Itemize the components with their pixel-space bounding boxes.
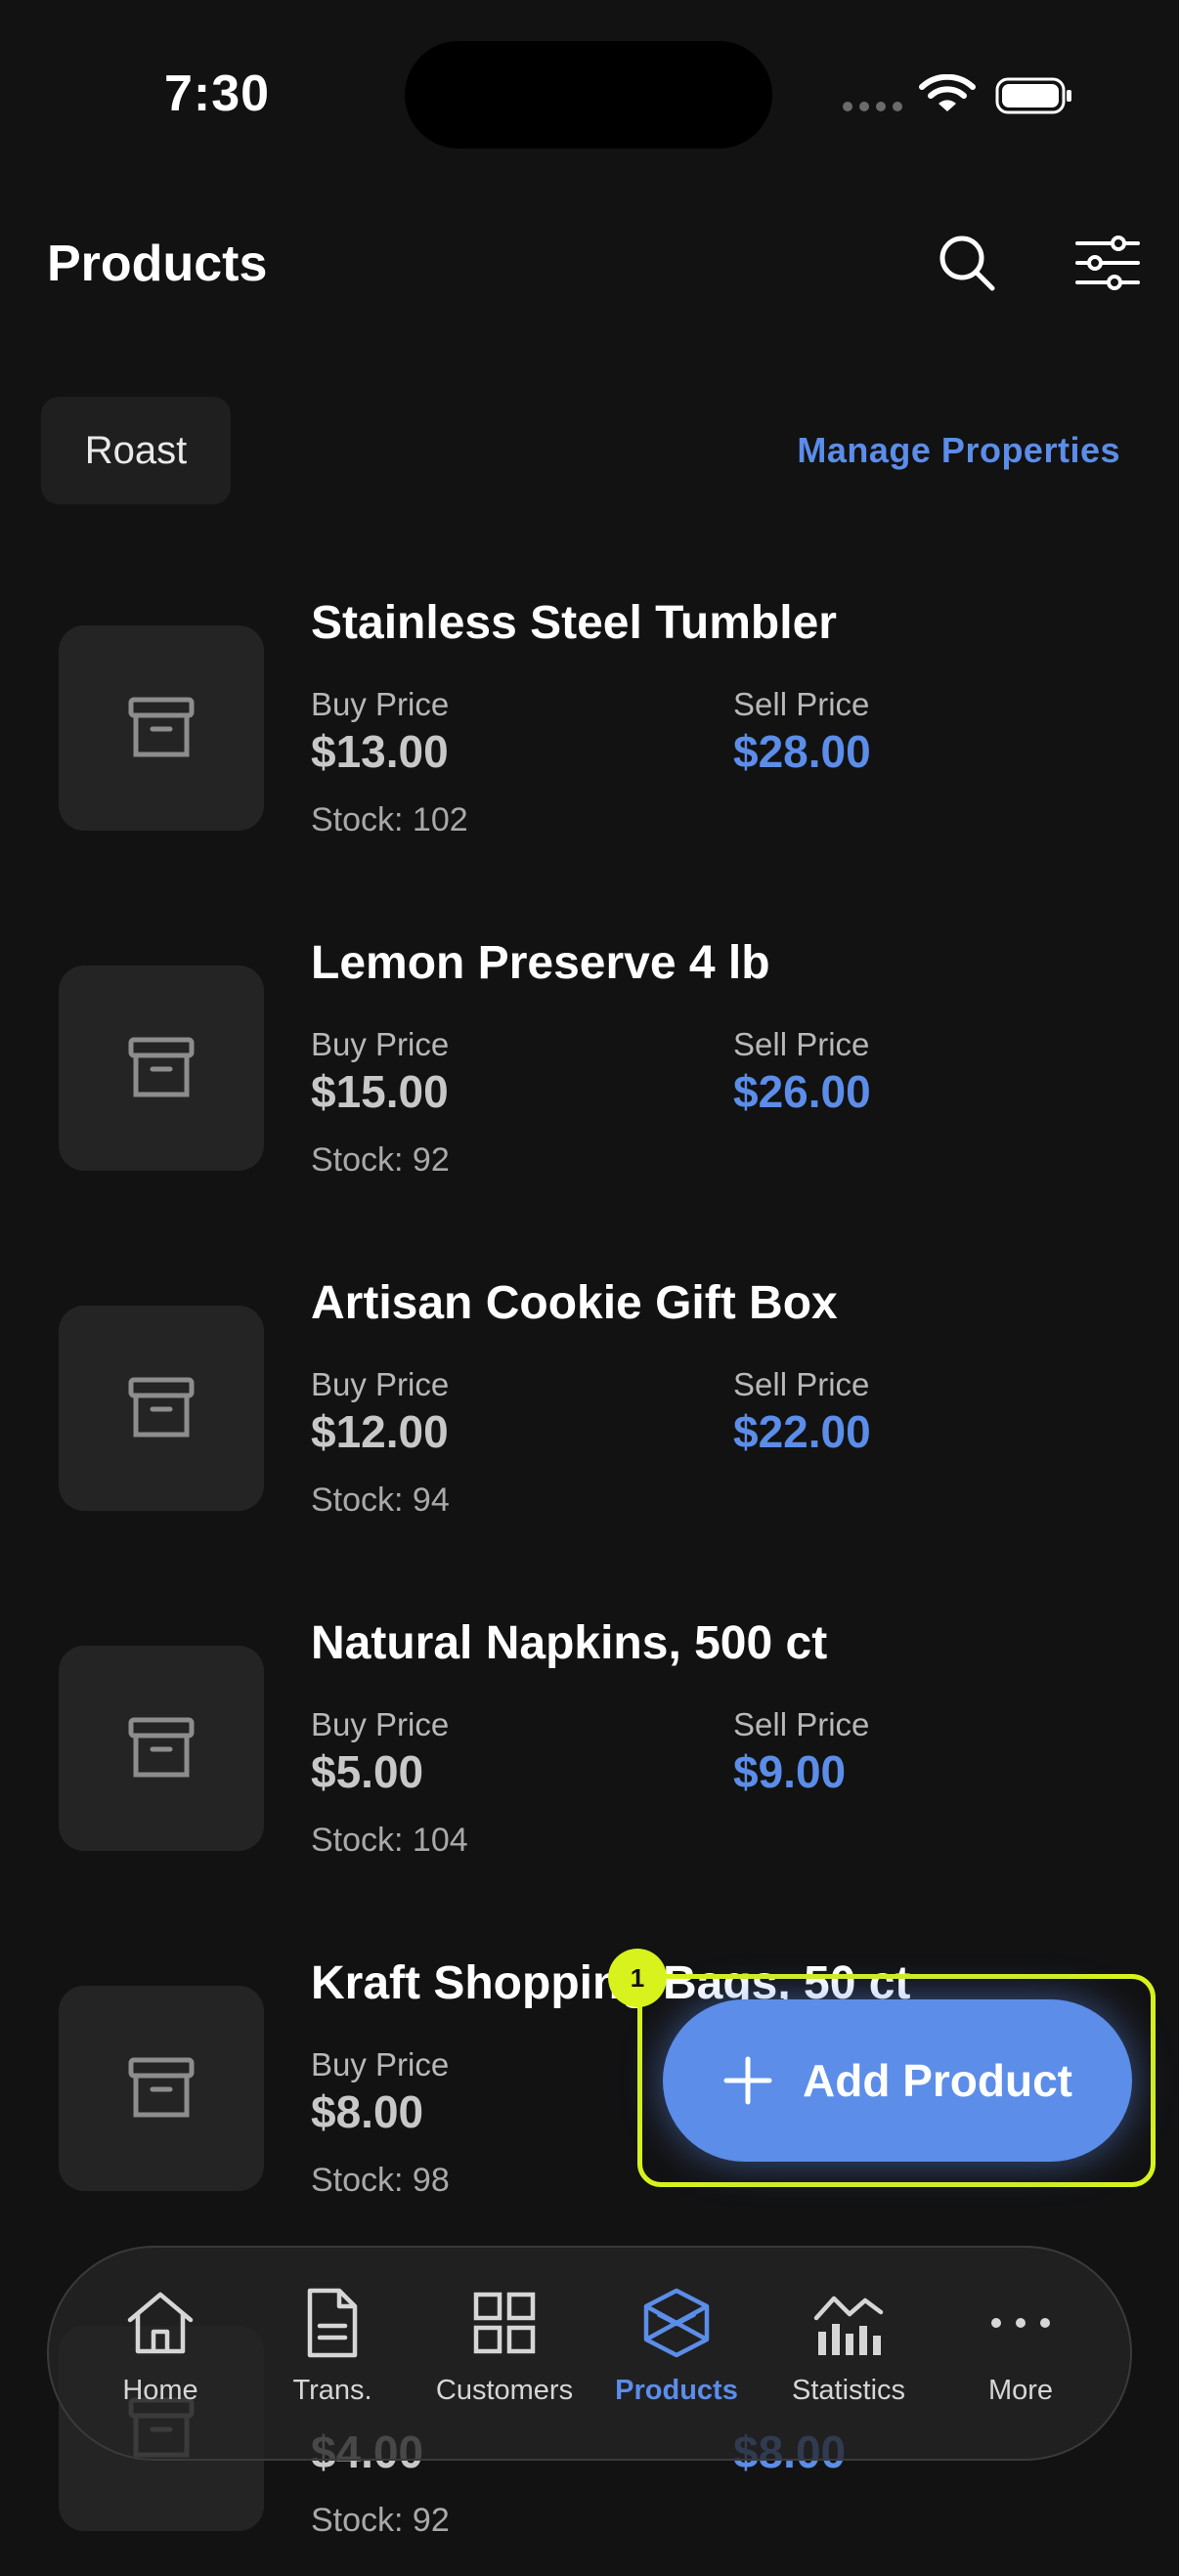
cellular-signal-icon (843, 102, 902, 111)
archive-box-icon (128, 1377, 195, 1438)
sell-price-value: $26.00 (733, 1066, 871, 1117)
product-name: Artisan Cookie Gift Box (311, 1277, 838, 1329)
sell-price-label: Sell Price (733, 1706, 870, 1742)
sell-price-label: Sell Price (733, 1366, 870, 1402)
buy-price-label: Buy Price (311, 686, 450, 722)
product-name: Lemon Preserve 4 lb (311, 937, 770, 989)
category-chip[interactable]: Roast (41, 397, 231, 504)
product-row[interactable]: Natural Napkins, 500 ct Buy Price $5.00 … (0, 1603, 1179, 1896)
sell-price-value: $22.00 (733, 1406, 871, 1457)
nav-label: More (987, 2375, 1054, 2406)
step-badge: 1 (608, 1949, 667, 2007)
nav-label: Statistics (791, 2375, 906, 2406)
archive-box-icon (128, 2057, 195, 2118)
buy-price-value: $8.00 (311, 2086, 424, 2137)
product-thumbnail (59, 1646, 264, 1851)
search-button[interactable] (933, 229, 1001, 297)
nav-label: Home (122, 2375, 198, 2406)
manage-properties-link[interactable]: Manage Properties (797, 430, 1120, 471)
buy-price-label: Buy Price (311, 1706, 450, 1742)
wifi-icon (919, 74, 976, 111)
cube-icon (643, 2288, 710, 2358)
buy-price-value: $13.00 (311, 726, 449, 777)
status-bar: 7:30 (0, 0, 1179, 186)
stock-count: Stock: 92 (311, 1141, 450, 1179)
nav-item-home[interactable]: Home (74, 2248, 246, 2463)
product-row[interactable]: Stainless Steel Tumbler Buy Price $13.00… (0, 582, 1179, 876)
sell-price-label: Sell Price (733, 686, 870, 722)
product-name: Natural Napkins, 500 ct (311, 1617, 828, 1669)
page-title: Products (47, 236, 268, 292)
grid-icon (473, 2292, 536, 2354)
nav-item-more[interactable]: More (935, 2248, 1107, 2463)
dynamic-island (405, 41, 772, 149)
filter-button[interactable] (1073, 229, 1142, 297)
stock-count: Stock: 94 (311, 1481, 450, 1519)
buy-price-label: Buy Price (311, 2046, 450, 2082)
stock-count: Stock: 104 (311, 1822, 468, 1859)
sell-price-label: Sell Price (733, 1026, 870, 1062)
nav-item-transactions[interactable]: Trans. (246, 2248, 418, 2463)
buy-price-label: Buy Price (311, 1366, 450, 1402)
product-thumbnail (59, 1986, 264, 2191)
home-icon (127, 2292, 194, 2354)
add-product-button[interactable]: Add Product (663, 1999, 1132, 2162)
status-time: 7:30 (164, 65, 271, 122)
archive-box-icon (128, 1717, 195, 1778)
product-name: Stainless Steel Tumbler (311, 597, 837, 649)
document-icon (307, 2288, 358, 2358)
battery-icon (995, 77, 1071, 114)
archive-box-icon (128, 1037, 195, 1097)
buy-price-label: Buy Price (311, 1026, 450, 1062)
nav-item-products[interactable]: Products (590, 2248, 763, 2463)
nav-item-customers[interactable]: Customers (418, 2248, 590, 2463)
buy-price-value: $15.00 (311, 1066, 449, 1117)
plus-icon (723, 2056, 772, 2105)
nav-label: Customers (435, 2375, 574, 2406)
archive-box-icon (128, 697, 195, 757)
buy-price-value: $5.00 (311, 1746, 424, 1797)
stock-count: Stock: 98 (311, 2162, 450, 2199)
stock-count: Stock: 92 (311, 2502, 450, 2539)
sliders-icon (1075, 236, 1140, 290)
product-thumbnail (59, 1306, 264, 1511)
product-thumbnail (59, 966, 264, 1171)
nav-item-statistics[interactable]: Statistics (763, 2248, 935, 2463)
bottom-navigation: Home Trans. Customers Products Statistic… (47, 2246, 1132, 2461)
sell-price-value: $9.00 (733, 1746, 847, 1797)
product-row[interactable]: Lemon Preserve 4 lb Buy Price $15.00 Sel… (0, 923, 1179, 1216)
bar-chart-icon (813, 2296, 884, 2355)
more-icon (991, 2318, 1050, 2328)
search-icon (939, 236, 995, 291)
product-thumbnail (59, 625, 264, 831)
buy-price-value: $12.00 (311, 1406, 449, 1457)
add-product-label: Add Product (803, 2055, 1072, 2106)
nav-label: Products (615, 2375, 738, 2406)
stock-count: Stock: 102 (311, 801, 468, 838)
product-row[interactable]: Artisan Cookie Gift Box Buy Price $12.00… (0, 1263, 1179, 1556)
sell-price-value: $28.00 (733, 726, 871, 777)
nav-label: Trans. (292, 2375, 372, 2406)
